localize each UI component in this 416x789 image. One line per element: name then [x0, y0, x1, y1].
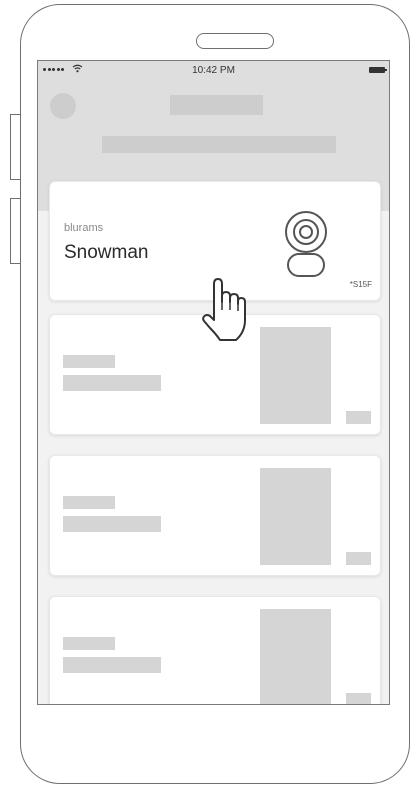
placeholder-title: [63, 355, 115, 368]
placeholder-title: [63, 637, 115, 650]
placeholder-subtitle: [63, 516, 161, 532]
speaker-grille: [196, 33, 274, 49]
app-screen: 10:42 PM blurams Snowman *S15F: [37, 60, 390, 705]
placeholder-tag: [346, 693, 371, 704]
security-camera-icon: [285, 211, 327, 277]
status-time: 10:42 PM: [192, 65, 235, 76]
device-name: Snowman: [64, 242, 149, 263]
model-code: *S15F: [349, 280, 372, 289]
volume-up-button: [10, 114, 20, 180]
avatar[interactable]: [50, 93, 76, 119]
status-bar: 10:42 PM: [38, 61, 389, 81]
device-card-placeholder[interactable]: [49, 596, 381, 704]
placeholder-subtitle: [63, 657, 161, 673]
placeholder-subtitle: [63, 375, 161, 391]
placeholder-tag: [346, 552, 371, 565]
header-subtitle-placeholder: [102, 136, 336, 153]
device-brand: blurams: [64, 222, 104, 234]
placeholder-title: [63, 496, 115, 509]
placeholder-image: [260, 609, 331, 704]
placeholder-tag: [346, 411, 371, 424]
placeholder-image: [260, 327, 331, 424]
placeholder-image: [260, 468, 331, 565]
hand-pointer-icon: [202, 278, 246, 341]
volume-down-button: [10, 198, 20, 264]
header-title-placeholder: [170, 95, 263, 115]
device-card-placeholder[interactable]: [49, 455, 381, 576]
battery-icon: [369, 67, 387, 73]
